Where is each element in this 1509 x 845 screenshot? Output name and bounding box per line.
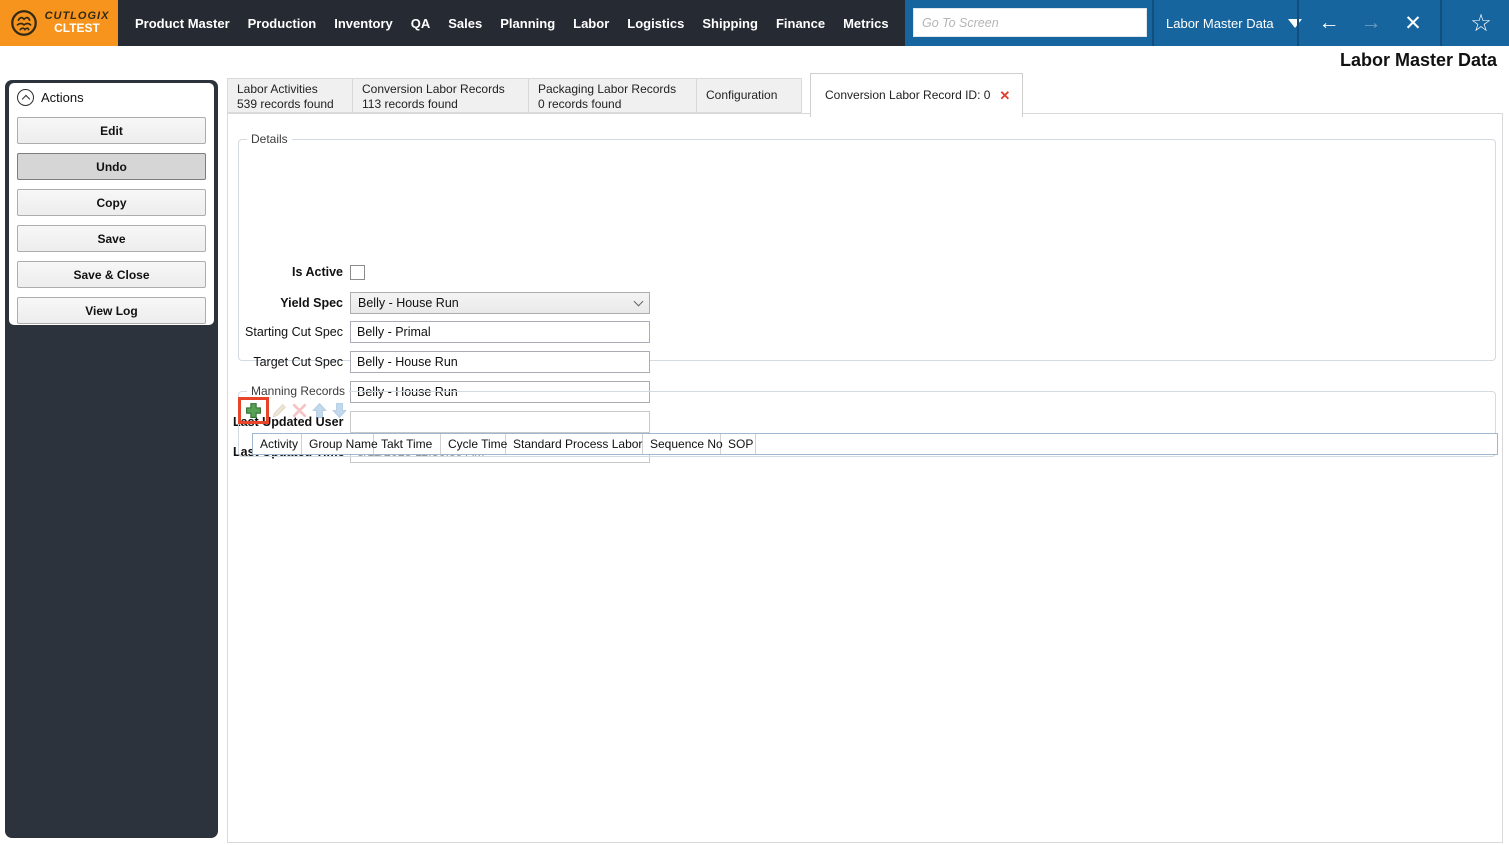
tab-configuration[interactable]: Configuration <box>696 78 802 113</box>
manning-records-legend: Manning Records <box>247 384 350 398</box>
menu-qa[interactable]: QA <box>402 16 440 31</box>
view-log-button[interactable]: View Log <box>17 297 206 324</box>
move-down-icon[interactable] <box>331 402 348 419</box>
column-header-activity[interactable]: Activity <box>253 434 302 454</box>
menu-sales[interactable]: Sales <box>439 16 491 31</box>
screen-selector-dropdown[interactable]: Labor Master Data <box>1166 0 1302 46</box>
column-header-takt-time[interactable]: Takt Time <box>374 434 441 454</box>
tab-conversion-labor-record-detail[interactable]: Conversion Labor Record ID: 0 ✕ <box>810 73 1023 117</box>
column-header-sequence-no[interactable]: Sequence No <box>643 434 723 454</box>
nav-divider <box>1440 0 1442 46</box>
edit-button[interactable]: Edit <box>17 117 206 144</box>
column-header-sop[interactable]: SOP <box>721 434 756 454</box>
tab-labor-activities[interactable]: Labor Activities 539 records found <box>227 78 353 113</box>
save-and-close-button[interactable]: Save & Close <box>17 261 206 288</box>
starting-cut-spec-label: Starting Cut Spec <box>245 325 343 339</box>
back-arrow-icon[interactable]: ← <box>1308 11 1350 35</box>
forward-arrow-icon[interactable]: → <box>1350 11 1392 35</box>
yield-spec-label: Yield Spec <box>280 296 343 310</box>
tab-record-count: 539 records found <box>237 97 334 111</box>
close-screen-icon[interactable]: ✕ <box>1392 11 1434 36</box>
delete-row-icon[interactable] <box>291 402 308 419</box>
go-to-screen-input[interactable] <box>913 8 1147 37</box>
menu-planning[interactable]: Planning <box>491 16 564 31</box>
nav-divider <box>1152 0 1154 46</box>
actions-sidebar: Actions Edit Undo Copy Save Save & Close… <box>5 80 218 838</box>
brand-logo[interactable]: CUTLOGIX CLTEST <box>0 0 118 46</box>
collapse-panel-icon[interactable] <box>17 89 34 106</box>
screen-selector-label: Labor Master Data <box>1166 15 1274 31</box>
details-legend: Details <box>247 132 292 146</box>
target-cut-spec-input[interactable] <box>350 351 650 373</box>
close-tab-icon[interactable]: ✕ <box>999 88 1010 103</box>
undo-button[interactable]: Undo <box>17 153 206 180</box>
main-menu: Product Master Production Inventory QA S… <box>118 0 962 46</box>
record-detail-panel: Details Is Active Yield Spec Belly - Hou… <box>227 113 1503 843</box>
brand-environment: CLTEST <box>54 21 100 36</box>
column-header-filler <box>756 434 1497 454</box>
menu-finance[interactable]: Finance <box>767 16 834 31</box>
yield-spec-dropdown[interactable]: Belly - House Run <box>350 292 650 314</box>
menu-logistics[interactable]: Logistics <box>618 16 693 31</box>
column-header-standard-process-labor[interactable]: Standard Process Labor <box>506 434 643 454</box>
save-button[interactable]: Save <box>17 225 206 252</box>
target-cut-spec-label: Target Cut Spec <box>253 355 343 369</box>
edit-row-icon[interactable] <box>271 402 288 419</box>
actions-panel-title: Actions <box>41 90 84 105</box>
copy-button[interactable]: Copy <box>17 189 206 216</box>
menu-inventory[interactable]: Inventory <box>325 16 402 31</box>
starting-cut-spec-input[interactable] <box>350 321 650 343</box>
chevron-down-icon <box>1287 18 1302 28</box>
manning-toolbar <box>238 397 348 424</box>
column-header-group-name[interactable]: Group Name <box>302 434 378 454</box>
is-active-checkbox[interactable] <box>350 264 365 280</box>
is-active-label: Is Active <box>292 265 343 279</box>
menu-production[interactable]: Production <box>239 16 326 31</box>
tab-conversion-labor-records[interactable]: Conversion Labor Records 113 records fou… <box>352 78 529 113</box>
column-header-cycle-time[interactable]: Cycle Time <box>441 434 507 454</box>
manning-records-groupbox: Manning Records Activity Group Name Takt… <box>238 384 1498 457</box>
move-up-icon[interactable] <box>311 402 328 419</box>
page-title: Labor Master Data <box>1339 50 1497 70</box>
cutlogix-brain-icon <box>10 10 37 36</box>
menu-shipping[interactable]: Shipping <box>693 16 767 31</box>
click-target-highlight <box>238 397 269 424</box>
menu-product-master[interactable]: Product Master <box>126 16 239 31</box>
manning-records-table[interactable]: Activity Group Name Takt Time Cycle Time… <box>252 433 1498 455</box>
tab-record-count: 0 records found <box>538 97 622 111</box>
menu-labor[interactable]: Labor <box>564 16 618 31</box>
chevron-down-icon <box>633 296 644 306</box>
menu-metrics[interactable]: Metrics <box>834 16 898 31</box>
tab-packaging-labor-records[interactable]: Packaging Labor Records 0 records found <box>528 78 697 113</box>
add-row-icon[interactable] <box>245 402 262 419</box>
favorite-star-icon[interactable]: ☆ <box>1460 9 1502 38</box>
nav-divider <box>1297 0 1299 46</box>
tab-record-count: 113 records found <box>362 97 458 111</box>
actions-panel: Actions Edit Undo Copy Save Save & Close… <box>9 83 214 325</box>
